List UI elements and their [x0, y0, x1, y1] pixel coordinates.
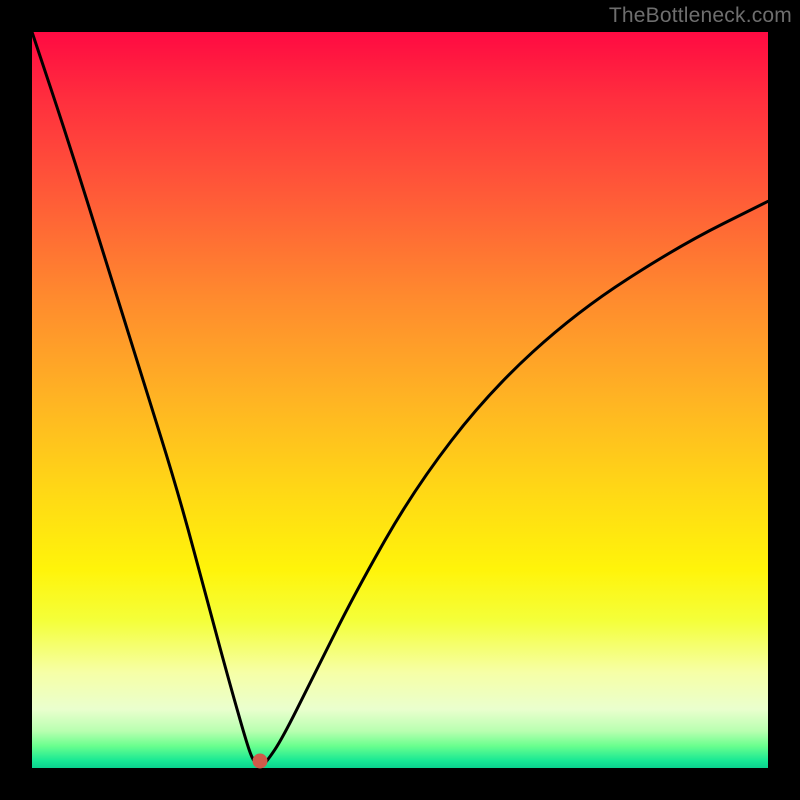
minimum-marker: [253, 753, 268, 768]
chart-frame: TheBottleneck.com: [0, 0, 800, 800]
bottleneck-curve: [32, 32, 768, 768]
watermark-text: TheBottleneck.com: [609, 4, 792, 28]
plot-area: [32, 32, 768, 768]
curve-path: [32, 32, 768, 766]
